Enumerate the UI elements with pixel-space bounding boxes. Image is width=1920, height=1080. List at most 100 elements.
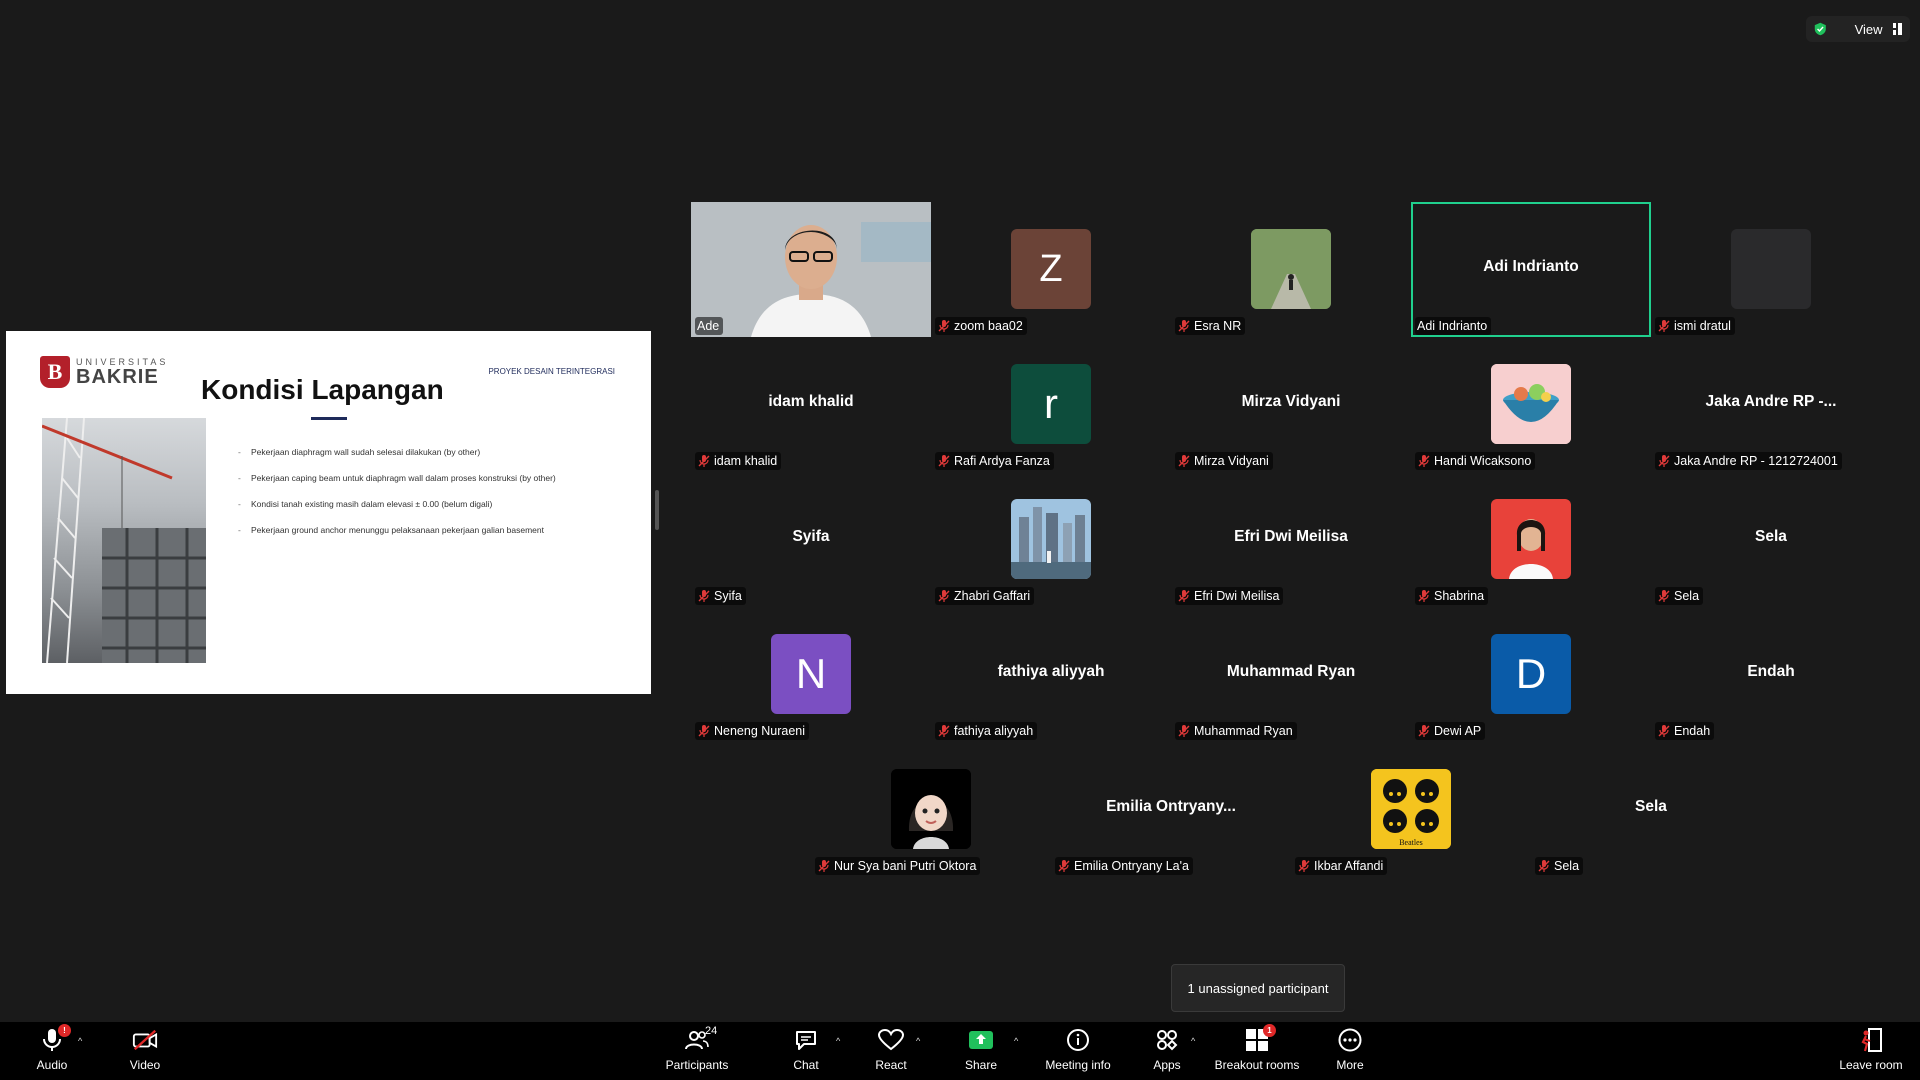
- leave-room-icon: [1861, 1028, 1882, 1052]
- participant-tile[interactable]: fathiya aliyyah fathiya aliyyah: [931, 607, 1171, 742]
- leave-room-button[interactable]: Leave room: [1826, 1027, 1916, 1072]
- participant-display-name: Sela: [1635, 798, 1667, 815]
- share-button[interactable]: Share: [936, 1027, 1026, 1072]
- muted-mic-icon: [1178, 590, 1190, 602]
- participant-name-label: Sela: [1655, 587, 1704, 605]
- participant-tile[interactable]: Zhabri Gaffari: [931, 472, 1171, 607]
- participant-name-label: Nur Sya bani Putri Oktora: [815, 857, 981, 875]
- participant-name-label: Zhabri Gaffari: [935, 587, 1035, 605]
- participant-name-label: Handi Wicaksono: [1415, 452, 1536, 470]
- participant-name-label: Sela: [1535, 857, 1584, 875]
- chat-button[interactable]: Chat: [761, 1027, 851, 1072]
- avatar: D: [1491, 634, 1571, 714]
- view-label: View: [1854, 21, 1883, 37]
- avatar-food-bowl: [1491, 364, 1571, 444]
- react-options-caret[interactable]: ^: [916, 1036, 920, 1046]
- logo-mark: B: [40, 356, 70, 388]
- participant-tile[interactable]: Sela Sela: [1651, 472, 1891, 607]
- participant-name-label: Endah: [1655, 722, 1715, 740]
- participant-tile[interactable]: Mirza Vidyani Mirza Vidyani: [1171, 337, 1411, 472]
- participant-name-label: Esra NR: [1175, 317, 1246, 335]
- participant-display-name: Emilia Ontryany...: [1106, 798, 1236, 815]
- muted-mic-icon: [698, 455, 710, 467]
- participant-tile[interactable]: Esra NR: [1171, 202, 1411, 337]
- participant-tile[interactable]: Shabrina: [1411, 472, 1651, 607]
- breakout-rooms-badge: 1: [1263, 1024, 1276, 1037]
- breakout-rooms-button[interactable]: 1 Breakout rooms: [1212, 1024, 1302, 1072]
- muted-mic-icon: [1298, 860, 1310, 872]
- share-options-caret[interactable]: ^: [1014, 1036, 1018, 1046]
- participant-tile[interactable]: N Neneng Nuraeni: [691, 607, 931, 742]
- apps-options-caret[interactable]: ^: [1191, 1036, 1195, 1046]
- participant-tile[interactable]: Muhammad Ryan Muhammad Ryan: [1171, 607, 1411, 742]
- muted-mic-icon: [938, 320, 950, 332]
- react-label: React: [875, 1058, 907, 1072]
- meeting-info-button[interactable]: Meeting info: [1033, 1027, 1123, 1072]
- muted-mic-icon: [818, 860, 830, 872]
- muted-mic-icon: [1658, 590, 1670, 602]
- participant-tile[interactable]: ismi dratul: [1651, 202, 1891, 337]
- apps-button[interactable]: Apps: [1122, 1027, 1212, 1072]
- participant-video: [691, 202, 931, 337]
- participant-tile-active-speaker[interactable]: Adi Indrianto Adi Indrianto: [1411, 202, 1651, 337]
- avatar-city-photo: [1011, 499, 1091, 579]
- participant-tile[interactable]: Emilia Ontryany... Emilia Ontryany La'a: [1051, 742, 1291, 877]
- participant-tile[interactable]: Syifa Syifa: [691, 472, 931, 607]
- participant-name-label: Muhammad Ryan: [1175, 722, 1297, 740]
- breakout-rooms-label: Breakout rooms: [1214, 1058, 1300, 1072]
- muted-mic-icon: [1178, 455, 1190, 467]
- participant-name-label: Ikbar Affandi: [1295, 857, 1388, 875]
- participant-tile[interactable]: Handi Wicaksono: [1411, 337, 1651, 472]
- participant-tile[interactable]: Nur Sya bani Putri Oktora: [811, 742, 1051, 877]
- participant-name-label: ismi dratul: [1655, 317, 1735, 335]
- audio-options-caret[interactable]: ^: [78, 1036, 82, 1046]
- chat-options-caret[interactable]: ^: [836, 1036, 840, 1046]
- apps-icon: [1157, 1030, 1178, 1051]
- participants-button[interactable]: 24 Participants: [652, 1025, 742, 1072]
- slide-bullet-list: Pekerjaan diaphragm wall sudah selesai d…: [238, 447, 631, 551]
- muted-mic-icon: [1418, 725, 1430, 737]
- muted-mic-icon: [1658, 455, 1670, 467]
- bullet-item: Pekerjaan diaphragm wall sudah selesai d…: [238, 447, 631, 457]
- more-dots-icon: [1338, 1028, 1362, 1052]
- video-label: Video: [129, 1058, 161, 1072]
- panel-splitter-handle[interactable]: [655, 490, 659, 530]
- view-widget[interactable]: View: [1806, 16, 1910, 42]
- video-button[interactable]: Video: [100, 1027, 190, 1072]
- muted-mic-icon: [938, 590, 950, 602]
- participant-tile[interactable]: idam khalid idam khalid: [691, 337, 931, 472]
- construction-crane-photo: [42, 418, 206, 663]
- video-off-icon: [132, 1029, 158, 1051]
- participant-display-name: idam khalid: [768, 393, 854, 410]
- heart-icon: [878, 1029, 904, 1051]
- participant-display-name: fathiya aliyyah: [997, 663, 1105, 680]
- more-label: More: [1336, 1058, 1364, 1072]
- participant-tile[interactable]: Jaka Andre RP -... Jaka Andre RP - 12127…: [1651, 337, 1891, 472]
- participant-tile[interactable]: Beatles Ikbar Affandi: [1291, 742, 1531, 877]
- participant-name-label: Jaka Andre RP - 1212724001: [1655, 452, 1842, 470]
- more-button[interactable]: More: [1305, 1027, 1395, 1072]
- participant-tile-video[interactable]: Ade: [691, 202, 931, 337]
- participant-tile[interactable]: Z zoom baa02: [931, 202, 1171, 337]
- meeting-info-label: Meeting info: [1045, 1058, 1111, 1072]
- muted-mic-icon: [698, 590, 710, 602]
- audio-button[interactable]: ! Audio: [7, 1024, 97, 1072]
- participant-display-name: Mirza Vidyani: [1241, 393, 1341, 410]
- logo-big-text: BAKRIE: [76, 365, 159, 388]
- shield-check-icon: [1814, 22, 1826, 36]
- participant-tile[interactable]: D Dewi AP: [1411, 607, 1651, 742]
- react-button[interactable]: React: [846, 1027, 936, 1072]
- participant-display-name: Efri Dwi Meilisa: [1234, 528, 1348, 545]
- participant-display-name: Endah: [1747, 663, 1795, 680]
- slide-title: Kondisi Lapangan: [201, 374, 444, 405]
- participant-tile[interactable]: Endah Endah: [1651, 607, 1891, 742]
- avatar-beatles-art: Beatles: [1371, 769, 1451, 849]
- muted-mic-icon: [1058, 860, 1070, 872]
- participant-name-label: Adi Indrianto: [1415, 317, 1492, 335]
- muted-mic-icon: [1178, 725, 1190, 737]
- participant-tile[interactable]: r Rafi Ardya Fanza: [931, 337, 1171, 472]
- participant-name-label: Neneng Nuraeni: [695, 722, 810, 740]
- participant-name-label: Mirza Vidyani: [1175, 452, 1273, 470]
- participant-tile[interactable]: Sela Sela: [1531, 742, 1771, 877]
- participant-tile[interactable]: Efri Dwi Meilisa Efri Dwi Meilisa: [1171, 472, 1411, 607]
